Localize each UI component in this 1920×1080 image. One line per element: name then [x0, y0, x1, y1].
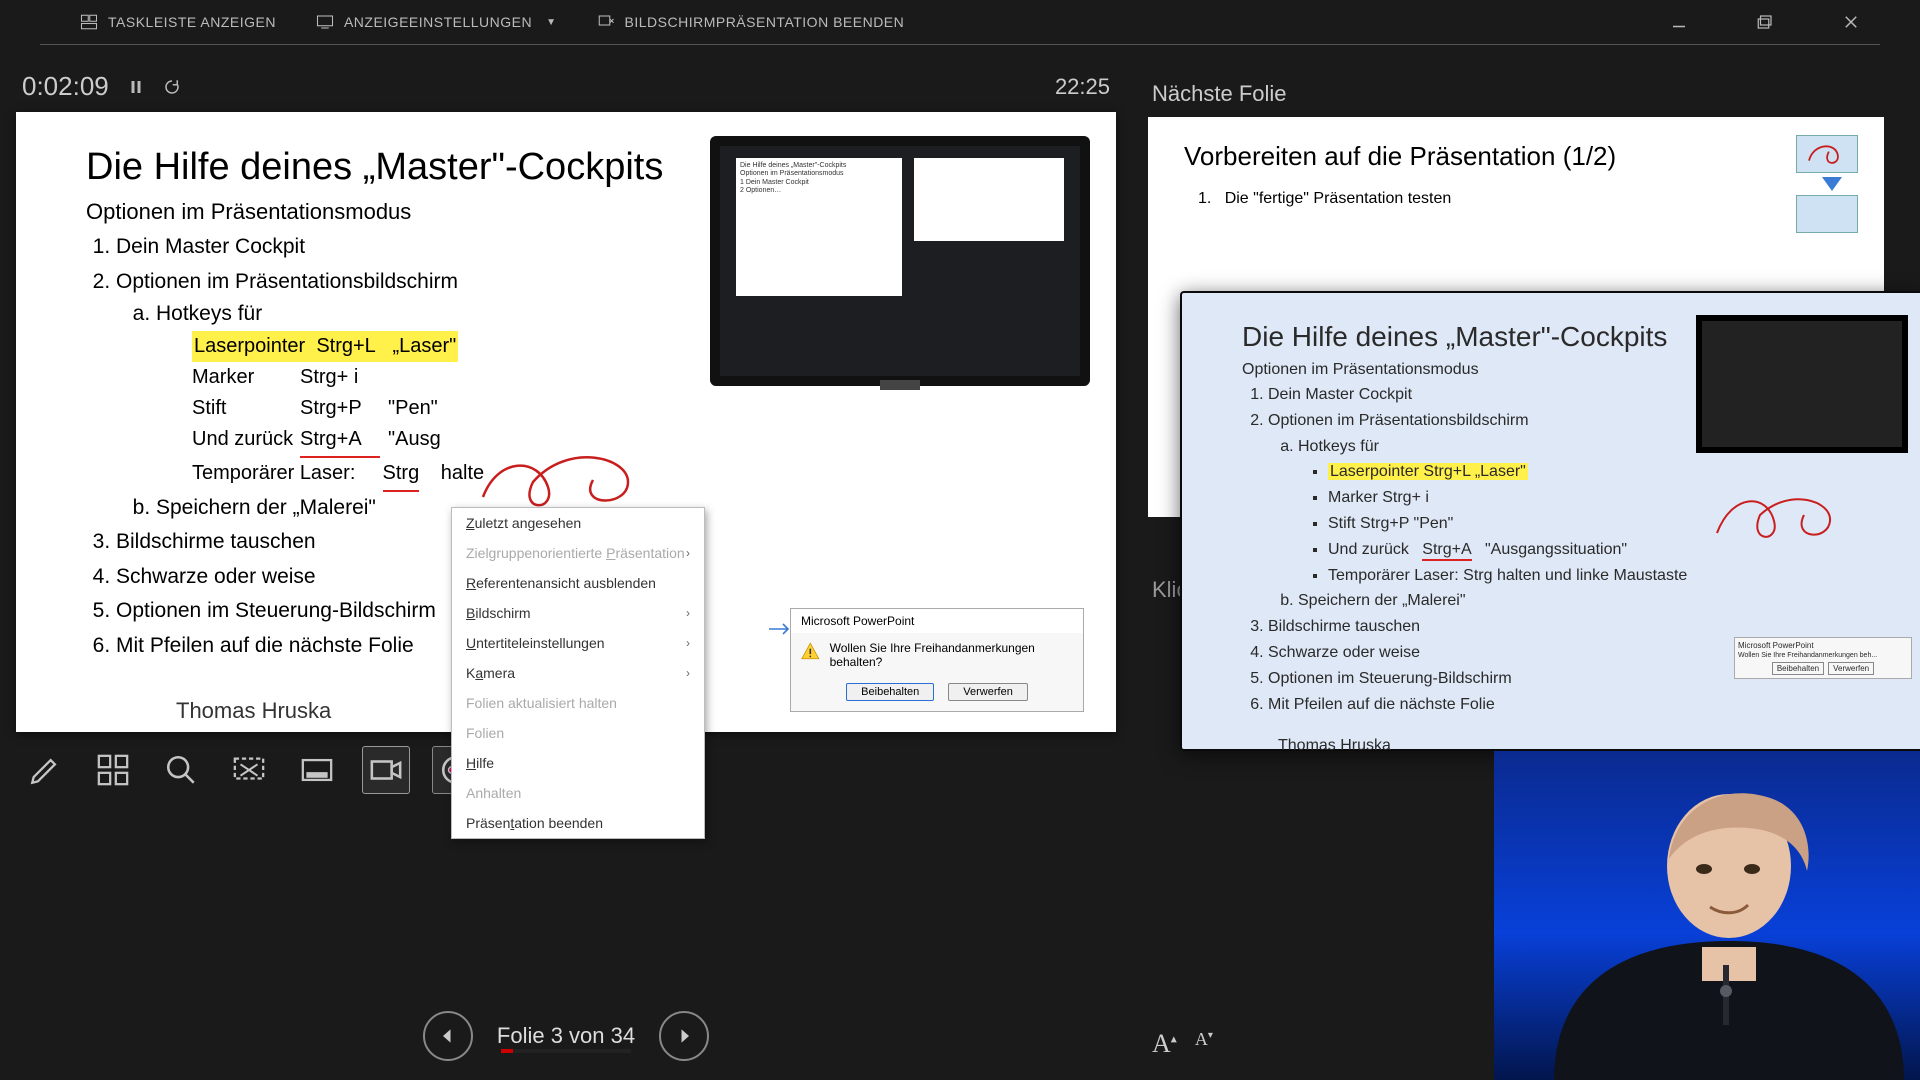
ctx-last-viewed[interactable]: ZZuletzt angesehenuletzt angesehen: [452, 508, 704, 538]
ctx-anhalten: Anhalten: [452, 778, 704, 808]
audience-monitor-photo: Die Hilfe deines „Master"-Cockpits Optio…: [1180, 291, 1920, 751]
close-icon[interactable]: [1842, 13, 1860, 31]
ctx-end[interactable]: Präsentation beenden: [452, 808, 704, 838]
ctx-hilfe[interactable]: Hilfe: [452, 748, 704, 778]
presenter-camera: [1494, 751, 1920, 1080]
dialog-message: Wollen Sie Ihre Freihandanmerkungen beha…: [830, 641, 1073, 669]
increase-font-button[interactable]: A▴: [1152, 1029, 1177, 1059]
decrease-font-button[interactable]: A▾: [1195, 1029, 1213, 1059]
minimize-icon[interactable]: [1670, 13, 1688, 31]
dialog-keep-button[interactable]: Beibehalten: [846, 683, 934, 701]
zoom-tool[interactable]: [158, 747, 204, 793]
ctx-zielgruppen: Zielgruppenorientierte Präsentation›: [452, 538, 704, 568]
pause-icon[interactable]: [127, 78, 145, 96]
slide-counter: Folie 3 von 34: [497, 1023, 635, 1049]
ctx-kamera[interactable]: Kamera›: [452, 658, 704, 688]
powerpoint-dialog: Microsoft PowerPoint Wollen Sie Ihre Fre…: [790, 608, 1084, 712]
dialog-title: Microsoft PowerPoint: [791, 609, 1083, 633]
presenter-right-column: Nächste Folie Vorbereiten auf die Präsen…: [1148, 65, 1884, 1080]
ctx-subtitles[interactable]: Untertiteleinstellungen›: [452, 628, 704, 658]
presenter-silhouette: [1494, 751, 1920, 1080]
context-menu: ZZuletzt angesehenuletzt angesehen Zielg…: [451, 507, 705, 839]
display-settings-button[interactable]: ANZEIGEEINSTELLUNGEN ▼: [316, 13, 557, 31]
next-slide-button[interactable]: [659, 1011, 709, 1061]
restore-icon[interactable]: [1756, 13, 1774, 31]
warning-icon: [801, 641, 820, 661]
pen-tool[interactable]: [22, 747, 68, 793]
end-slideshow-label: BILDSCHIRMPRÄSENTATION BEENDEN: [625, 14, 905, 30]
dialog-discard-button[interactable]: Verwerfen: [948, 683, 1028, 701]
freehand-annotation: [478, 452, 658, 512]
chevron-down-icon: ▼: [546, 17, 556, 28]
next-slide-title: Vorbereiten auf die Präsentation (1/2): [1184, 141, 1848, 172]
slide-illustration-monitor: Die Hilfe deines „Master"-CockpitsOption…: [710, 136, 1090, 386]
prev-slide-button[interactable]: [423, 1011, 473, 1061]
ctx-bildschirm[interactable]: Bildschirm›: [452, 598, 704, 628]
slide-progress: [501, 1049, 631, 1053]
next-slide-label: Nächste Folie: [1152, 81, 1884, 107]
presenter-left-column: 0:02:09 22:25 Die Hilfe deines „Master"-…: [16, 65, 1116, 1080]
restart-icon[interactable]: [163, 78, 181, 96]
ctx-folien: Folien: [452, 718, 704, 748]
display-settings-icon: [316, 13, 334, 31]
notes-font-controls: A▴ A▾: [1148, 1029, 1213, 1059]
ctx-hide-presenter[interactable]: Referentenansicht ausblenden: [452, 568, 704, 598]
current-slide[interactable]: Die Hilfe deines „Master"-Cockpits Optio…: [16, 112, 1116, 732]
ctx-updated: Folien aktualisiert halten: [452, 688, 704, 718]
subtitle-tool[interactable]: [294, 747, 340, 793]
taskbar-icon: [80, 13, 98, 31]
next-slide-item: 1. Die "fertige" Präsentation testen: [1198, 190, 1848, 208]
next-slide-shapes: [1796, 135, 1868, 237]
clock-time: 22:25: [1055, 74, 1110, 100]
show-taskbar-label: TASKLEISTE ANZEIGEN: [108, 14, 276, 30]
end-slideshow-icon: [597, 13, 615, 31]
see-all-slides-tool[interactable]: [90, 747, 136, 793]
hotkey-row: StiftStrg+P"Pen": [192, 393, 1046, 424]
pm-dialog: Microsoft PowerPointWollen Sie Ihre Frei…: [1734, 637, 1912, 679]
pm-mini-monitor: [1696, 315, 1908, 453]
slide-navigation: Folie 3 von 34: [16, 1011, 1116, 1061]
display-settings-label: ANZEIGEEINSTELLUNGEN: [344, 14, 532, 30]
timer-row: 0:02:09 22:25: [16, 65, 1116, 112]
black-screen-tool[interactable]: [226, 747, 272, 793]
camera-tool[interactable]: [362, 746, 410, 794]
end-slideshow-button[interactable]: BILDSCHIRMPRÄSENTATION BEENDEN: [597, 13, 905, 31]
pm-annotation: [1712, 493, 1842, 543]
show-taskbar-button[interactable]: TASKLEISTE ANZEIGEN: [80, 13, 276, 31]
top-toolbar: TASKLEISTE ANZEIGEN ANZEIGEEINSTELLUNGEN…: [40, 0, 1880, 45]
elapsed-time: 0:02:09: [22, 71, 109, 102]
